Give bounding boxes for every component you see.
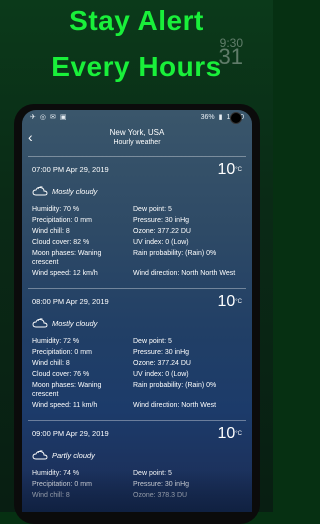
card-details: Humidity: 70 % Dew point: 5 Precipitation:…: [32, 205, 242, 278]
chevron-left-icon[interactable]: ‹: [28, 129, 33, 145]
detail-right: Dew point: 5: [133, 338, 172, 345]
card-time: 08:00 PM Apr 29, 2019: [32, 297, 109, 306]
cloud-moon-icon: [32, 186, 48, 196]
card-details: Humidity: 72 % Dew point: 5 Precipitation:…: [32, 337, 242, 410]
background-temp: 31: [218, 44, 243, 69]
bottom-fade: [22, 470, 252, 512]
detail-left: Wind speed: 12 km/h: [32, 270, 98, 277]
background-clock: 9:30 31: [218, 37, 243, 69]
detail-right: Pressure: 30 inHg: [133, 217, 190, 224]
promo-headline-line1: Stay Alert: [69, 5, 204, 36]
detail-left: Wind chill: 8: [32, 228, 70, 235]
card-condition: Partly cloudy: [52, 450, 95, 460]
detail-left: Cloud cover: 82 %: [32, 239, 90, 246]
airplane-icon: ✈: [30, 114, 36, 121]
cloud-moon-icon: [32, 450, 48, 460]
card-time: 07:00 PM Apr 29, 2019: [32, 165, 109, 174]
detail-right: Wind direction: North North West: [133, 270, 236, 277]
detail-left: Humidity: 72 %: [32, 338, 80, 345]
gallery-icon: ▣: [59, 114, 67, 121]
status-bar: ✈ ◎ ✉ ▣ 36% ▮ 12:40: [22, 110, 252, 124]
detail-left: Cloud cover: 76 %: [32, 371, 90, 378]
battery-icon: ▮: [218, 114, 223, 121]
detail-right: Pressure: 30 inHg: [133, 349, 190, 356]
mail-icon: ✉: [49, 114, 56, 121]
cloud-moon-icon: [32, 318, 48, 328]
card-time: 09:00 PM Apr 29, 2019: [32, 429, 109, 438]
hourly-list[interactable]: 07:00 PM Apr 29, 2019 10°C Mostly cloudy…: [22, 156, 252, 506]
detail-right: Dew point: 5: [133, 206, 172, 213]
hourly-card[interactable]: 07:00 PM Apr 29, 2019 10°C Mostly cloudy…: [28, 156, 246, 284]
detail-left: Moon phases: Waning crescent: [32, 250, 102, 266]
detail-right: UV index: 0 (Low): [133, 371, 189, 378]
detail-left: Moon phases: Waning crescent: [32, 382, 102, 398]
detail-left: Precipitation: 0 mm: [32, 217, 92, 224]
card-condition: Mostly cloudy: [52, 318, 98, 328]
card-temp: 10°C: [217, 161, 242, 178]
detail-right: UV index: 0 (Low): [133, 239, 189, 246]
detail-right: Wind direction: North West: [133, 402, 217, 409]
app-bar: ‹ New York, USA Hourly weather: [22, 124, 252, 152]
card-temp: 10°C: [217, 293, 242, 310]
detail-left: Humidity: 70 %: [32, 206, 80, 213]
battery-percent: 36%: [200, 113, 215, 121]
detail-right: Rain probability: (Rain) 0%: [133, 382, 217, 389]
detail-left: Wind speed: 11 km/h: [32, 402, 98, 409]
app-screen: ✈ ◎ ✉ ▣ 36% ▮ 12:40 ‹ New York, USA Hour…: [22, 110, 252, 512]
detail-left: Wind chill: 8: [32, 360, 70, 367]
front-camera: [230, 112, 242, 124]
detail-right: Ozone: 377.22 DU: [133, 228, 191, 235]
location-title: New York, USA: [109, 128, 165, 137]
detail-right: Rain probability: (Rain) 0%: [133, 250, 217, 257]
detail-left: Precipitation: 0 mm: [32, 349, 92, 356]
card-temp: 10°C: [217, 425, 242, 442]
location-icon: ◎: [39, 114, 46, 121]
hourly-card[interactable]: 08:00 PM Apr 29, 2019 10°C Mostly cloudy…: [28, 288, 246, 416]
detail-right: Ozone: 377.24 DU: [133, 360, 191, 367]
page-subtitle: Hourly weather: [113, 139, 161, 146]
card-condition: Mostly cloudy: [52, 186, 98, 196]
